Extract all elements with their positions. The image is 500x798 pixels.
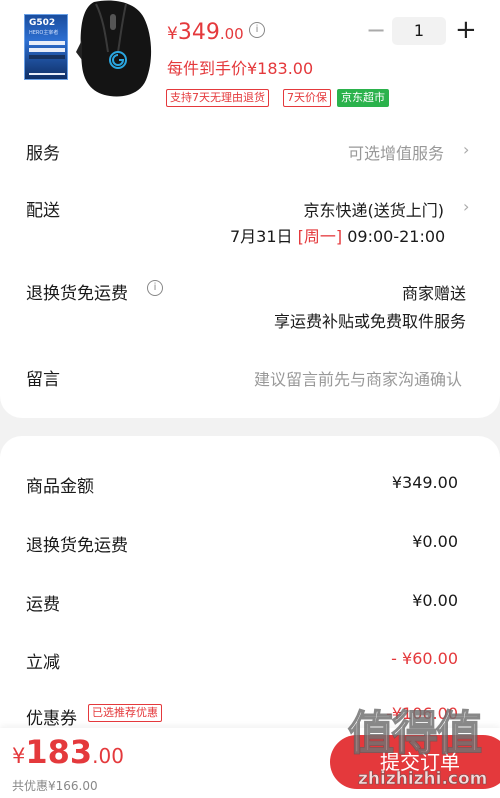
summary-label: 商品金额 bbox=[26, 477, 94, 497]
coupon-recommend-tag: 已选推荐优惠 bbox=[88, 704, 162, 722]
delivery-method[interactable]: 京东快递(送货上门) bbox=[304, 197, 445, 221]
price-protect-tag: 7天价保 bbox=[283, 89, 331, 107]
delivery-date: 7月31日 bbox=[230, 227, 293, 246]
chevron-right-icon[interactable]: › bbox=[463, 140, 469, 159]
quantity-decrease-button[interactable]: − bbox=[366, 17, 386, 45]
box-title: G502 bbox=[29, 18, 56, 28]
quantity-increase-button[interactable]: + bbox=[455, 17, 477, 45]
watermark-logo: 值得值 zhizhizhi.com bbox=[340, 697, 500, 798]
summary-label: 运费 bbox=[26, 595, 60, 615]
box-stripe bbox=[29, 48, 65, 52]
price-currency: ¥ bbox=[167, 24, 178, 44]
return-shipping-subtext: 享运费补贴或免费取件服务 bbox=[273, 312, 466, 331]
total-price: ¥183.00 bbox=[12, 733, 124, 771]
summary-value: ¥349.00 bbox=[391, 473, 458, 492]
service-value[interactable]: 可选增值服务 bbox=[348, 140, 444, 164]
summary-label: 退换货免运费 bbox=[26, 536, 128, 556]
hand-price: 每件到手价¥183.00 bbox=[167, 59, 314, 78]
return-shipping-info-icon[interactable]: i bbox=[147, 280, 163, 296]
watermark-text: 值得值 bbox=[347, 705, 483, 761]
summary-label: 优惠券 bbox=[26, 709, 77, 729]
delivery-time: 09:00-21:00 bbox=[347, 227, 446, 246]
delivery-weekday: [周一] bbox=[297, 227, 343, 246]
summary-discount-value: - ¥60.00 bbox=[391, 649, 458, 668]
summary-value: ¥0.00 bbox=[412, 532, 458, 551]
price-integer: 349 bbox=[177, 20, 220, 45]
price-info-icon[interactable]: i bbox=[249, 22, 265, 38]
summary-value: ¥0.00 bbox=[412, 591, 458, 610]
product-thumbnail[interactable]: G502 HERO主宰者 bbox=[22, 0, 152, 100]
watermark-url: zhizhizhi.com bbox=[358, 769, 488, 790]
summary-label: 立减 bbox=[26, 653, 60, 673]
gaming-mouse-image bbox=[76, 0, 152, 97]
product-price: ¥349.00 bbox=[167, 20, 244, 45]
return-policy-tag: 支持7天无理由退货 bbox=[166, 89, 269, 107]
total-currency: ¥ bbox=[12, 744, 26, 768]
service-label: 服务 bbox=[26, 144, 60, 164]
box-subtitle: HERO主宰者 bbox=[29, 30, 59, 36]
quantity-input[interactable]: 1 bbox=[392, 17, 446, 45]
box-stripe bbox=[29, 55, 65, 59]
order-confirm-screen: G502 HERO主宰者 ¥349.00 i − 1 + 每件到手价¥183.0… bbox=[0, 0, 500, 798]
return-shipping-label: 退换货免运费 bbox=[26, 284, 128, 304]
chevron-right-icon[interactable]: › bbox=[463, 197, 469, 216]
delivery-schedule[interactable]: 7月31日 [周一] 09:00-21:00 bbox=[230, 223, 445, 247]
box-stripe bbox=[29, 41, 65, 45]
price-decimal: .00 bbox=[219, 25, 244, 43]
product-box-image: G502 HERO主宰者 bbox=[24, 14, 68, 80]
message-label: 留言 bbox=[26, 370, 60, 390]
box-stripe bbox=[29, 73, 65, 75]
jd-supermarket-tag: 京东超市 bbox=[337, 89, 389, 107]
total-integer: 183 bbox=[25, 733, 93, 771]
return-shipping-value: 商家赠送 bbox=[401, 284, 466, 303]
message-input[interactable]: 建议留言前先与商家沟通确认 bbox=[254, 366, 462, 390]
total-saved: 共优惠¥166.00 bbox=[12, 779, 98, 793]
delivery-label: 配送 bbox=[26, 201, 60, 221]
total-decimal: .00 bbox=[92, 744, 124, 768]
